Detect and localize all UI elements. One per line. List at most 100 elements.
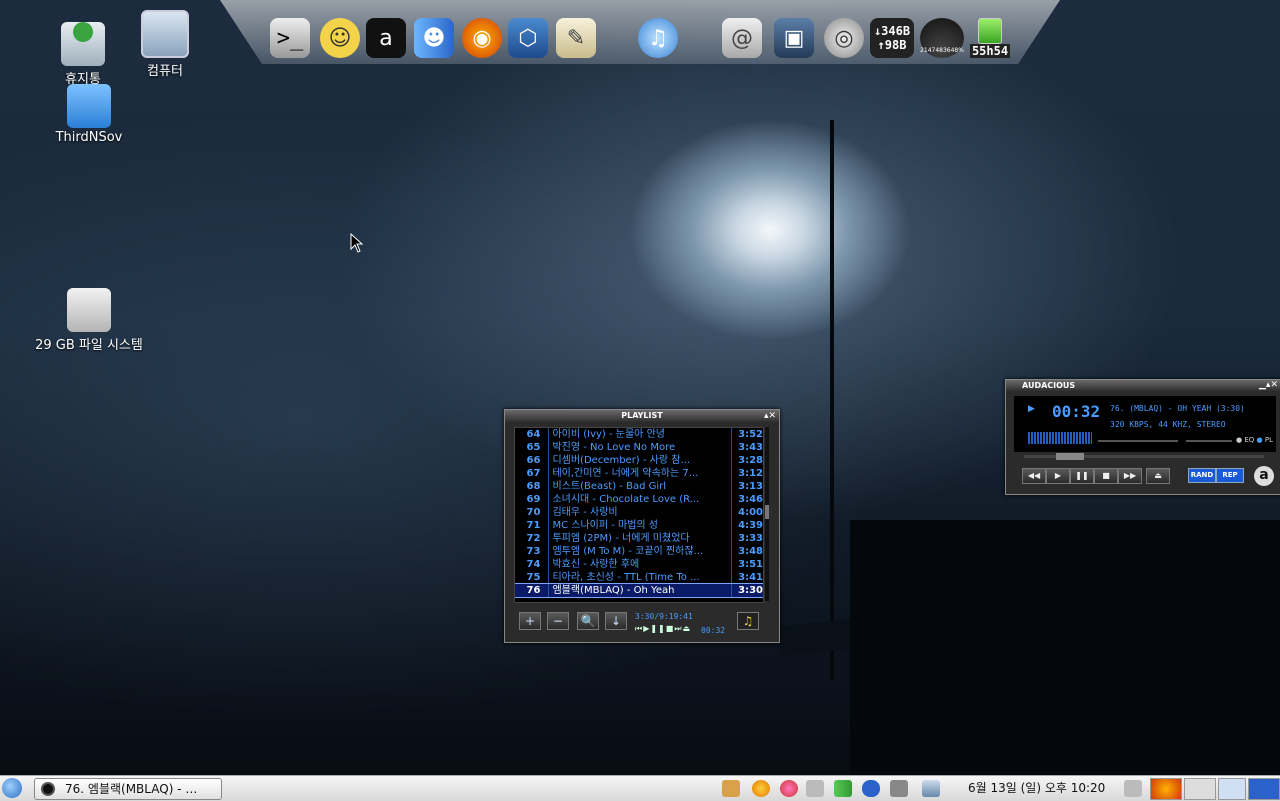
firefox-icon[interactable]: ◉ — [462, 18, 502, 58]
workspace-2[interactable] — [1248, 778, 1280, 800]
battery-tray-icon[interactable] — [922, 780, 940, 797]
desktop-icon[interactable]: ▣ — [774, 18, 814, 58]
cpu-gauge-label: 2147483648% — [920, 46, 964, 54]
desktop-icon-home-folder[interactable]: ThirdNSov — [34, 84, 144, 145]
start-menu-icon[interactable] — [2, 778, 22, 798]
playlist-row-duration: 4:39 — [730, 519, 763, 532]
next-button[interactable]: ▶▶ — [1118, 468, 1142, 484]
playlist-row[interactable]: 74 박효신 - 사랑한 후에 3:51 — [515, 558, 763, 571]
playlist-row-number: 64 — [526, 429, 541, 440]
update-notifier-icon[interactable] — [752, 780, 770, 797]
virtualbox-icon[interactable]: ⬡ — [508, 18, 548, 58]
desktop-icon-drive[interactable]: 29 GB 파일 시스템 — [30, 288, 148, 353]
network-monitor-icon: ↓346B ↑98B — [870, 18, 914, 58]
previous-button[interactable]: ◀◀ — [1022, 468, 1046, 484]
play-indicator-icon: ▶ — [1028, 404, 1035, 414]
play-button[interactable]: ▶ — [1046, 468, 1070, 484]
playlist-row[interactable]: 66 디셈버(December) - 사랑 참... 3:28 — [515, 454, 763, 467]
package-update-icon[interactable] — [722, 780, 740, 797]
cpu-gauge-icon: 2147483648% — [920, 18, 964, 58]
eq-pl-toggles[interactable]: ● EQ ● PL — [1236, 436, 1273, 444]
audacious-window: AUDACIOUS ▁▴✕ ▶ 00:32 76. (MBLAQ) - OH Y… — [1005, 379, 1280, 495]
playlist-row[interactable]: 70 김태우 - 사랑비 4:00 — [515, 506, 763, 519]
playlist-row-duration: 3:51 — [730, 558, 763, 571]
audacious-window-controls[interactable]: ▁▴✕ — [1259, 380, 1278, 391]
seek-knob[interactable] — [1056, 453, 1084, 460]
bluetooth-icon[interactable] — [862, 780, 880, 797]
chat-status-icon[interactable] — [780, 780, 798, 797]
playlist-row-title: 테이,간미연 - 너에게 약속하는 7... — [548, 467, 730, 480]
add-button[interactable]: + — [519, 612, 541, 630]
playlist-row-duration: 3:28 — [730, 454, 763, 467]
launcher-slot[interactable] — [1184, 778, 1216, 800]
playlist-list[interactable]: 64 아이비 (Ivy) - 눈물아 안녕 3:52 65 박진영 - No Love … — [514, 427, 764, 603]
audacious-task-icon — [41, 782, 55, 796]
bitrate-info: 320 KBPS, 44 KHZ, STEREO — [1110, 420, 1226, 429]
desktop-icon-computer[interactable]: 컴퓨터 — [110, 10, 220, 79]
playlist-time: 00:32 — [701, 626, 726, 635]
keyboard-icon[interactable] — [806, 780, 824, 797]
eq-toggle[interactable]: EQ — [1244, 436, 1254, 444]
playlist-row[interactable]: 75 티아라, 초신성 - TTL (Time To ... 3:41 — [515, 571, 763, 584]
seek-bar[interactable] — [1024, 453, 1264, 460]
playlist-row-duration: 3:41 — [730, 571, 763, 584]
remove-button[interactable]: − — [547, 612, 569, 630]
firefox-launcher-icon[interactable] — [1150, 778, 1182, 800]
playlist-row-number: 71 — [526, 520, 541, 531]
trash-tray-icon[interactable] — [1124, 780, 1142, 797]
playlist-row[interactable]: 73 엠투엠 (M To M) - 코끝이 찐하잖... 3:48 — [515, 545, 763, 558]
playlist-row-number: 76 — [526, 585, 541, 596]
audacious-logo-icon[interactable]: a — [1254, 466, 1274, 486]
finder-icon[interactable]: ☻ — [414, 18, 454, 58]
itunes-icon[interactable]: ♫ — [638, 18, 678, 58]
stop-button[interactable]: ■ — [1094, 468, 1118, 484]
repeat-button[interactable]: REP — [1216, 468, 1244, 483]
playlist-window: PLAYLIST ▴✕ 64 아이비 (Ivy) - 눈물아 안녕 3:52 65 박진… — [504, 409, 780, 643]
home-folder-icon — [67, 84, 111, 128]
audacious-titlebar[interactable]: AUDACIOUS ▁▴✕ — [1006, 380, 1280, 391]
playlist-bottom-bar: + − 🔍 ↓ 3:30/9:19:41 ⏮▶❚❚■⏭⏏ 00:32 ♫ — [515, 611, 775, 635]
playlist-row-title: 김태우 - 사랑비 — [548, 506, 730, 519]
playlist-row[interactable]: 68 비스트(Beast) - Bad Girl 3:13 — [515, 480, 763, 493]
playlist-row[interactable]: 67 테이,간미연 - 너에게 약속하는 7... 3:12 — [515, 467, 763, 480]
playlist-scroll-thumb[interactable] — [765, 505, 769, 519]
playlist-row-title: MC 스나이퍼 - 마법의 성 — [548, 519, 730, 532]
taskbar-item-audacious[interactable]: 76. 엠블랙(MBLAQ) - … — [34, 778, 222, 800]
text-editor-icon[interactable]: ✎ — [556, 18, 596, 58]
eject-button[interactable]: ⏏ — [1146, 468, 1170, 484]
playlist-row-title: 엠블랙(MBLAQ) - Oh Yeah — [548, 584, 730, 597]
clock[interactable]: 6월 13일 (일) 오후 10:20 — [968, 776, 1105, 801]
pause-button[interactable]: ❚❚ — [1070, 468, 1094, 484]
audacious-icon[interactable]: a — [366, 18, 406, 58]
visualizer[interactable] — [1028, 432, 1092, 444]
battery-icon: 55h54 — [968, 18, 1012, 58]
playlist-row[interactable]: 76 엠블랙(MBLAQ) - Oh Yeah 3:30 — [515, 583, 763, 598]
playlist-scrollbar[interactable] — [765, 427, 769, 601]
playlist-row[interactable]: 69 소녀시대 - Chocolate Love (R... 3:46 — [515, 493, 763, 506]
playlist-menu-button[interactable]: ♫ — [737, 612, 759, 630]
playlist-row[interactable]: 71 MC 스나이퍼 - 마법의 성 4:39 — [515, 519, 763, 532]
workspace-1[interactable] — [1218, 778, 1246, 800]
playlist-window-controls[interactable]: ▴✕ — [764, 410, 776, 422]
playlist-row[interactable]: 72 투피엠 (2PM) - 너에게 미쳤었다 3:33 — [515, 532, 763, 545]
mail-icon[interactable]: @ — [722, 18, 762, 58]
network-icon[interactable] — [834, 780, 852, 797]
volume-slider[interactable] — [1098, 440, 1178, 442]
pidgin-icon[interactable]: ☺ — [320, 18, 360, 58]
balance-slider[interactable] — [1186, 440, 1232, 442]
search-button[interactable]: 🔍 — [577, 612, 599, 630]
playlist-titlebar[interactable]: PLAYLIST ▴✕ — [505, 410, 779, 422]
terminal-icon[interactable]: >_ — [270, 18, 310, 58]
playlist-row[interactable]: 65 박진영 - No Love No More 3:43 — [515, 441, 763, 454]
player-time[interactable]: 00:32 — [1052, 402, 1100, 421]
sort-button[interactable]: ↓ — [605, 612, 627, 630]
playlist-row-number: 68 — [526, 481, 541, 492]
playlist-mini-controls[interactable]: ⏮▶❚❚■⏭⏏ — [635, 624, 691, 634]
display-icon[interactable] — [890, 780, 908, 797]
shuffle-button[interactable]: RAND — [1188, 468, 1216, 483]
playlist-row-title: 박효신 - 사랑한 후에 — [548, 558, 730, 571]
speaker-icon[interactable]: ◎ — [824, 18, 864, 58]
playlist-row-duration: 3:30 — [730, 584, 763, 597]
pl-toggle[interactable]: PL — [1265, 436, 1273, 444]
playlist-row[interactable]: 64 아이비 (Ivy) - 눈물아 안녕 3:52 — [515, 428, 763, 441]
